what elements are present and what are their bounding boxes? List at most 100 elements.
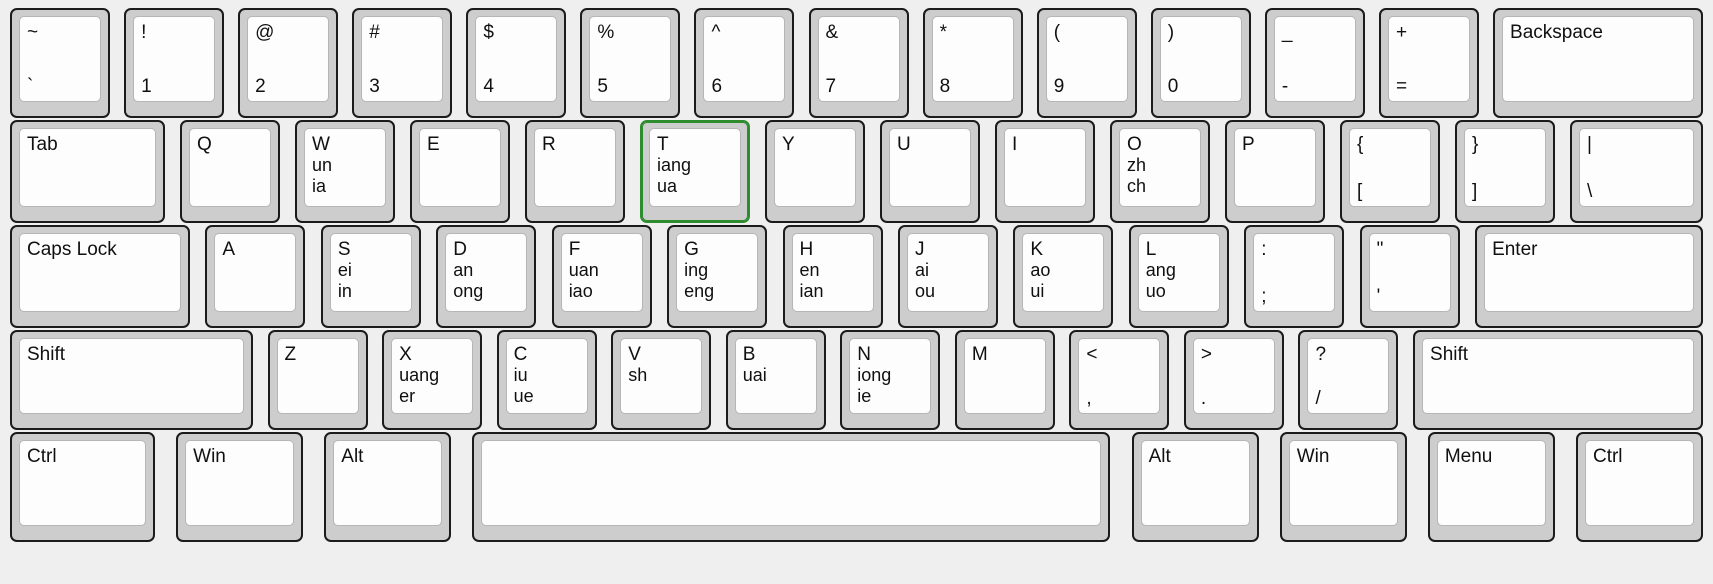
key-key-k[interactable]: Kao ui [1013, 225, 1114, 328]
key-label: R [542, 134, 556, 155]
key-semicolon[interactable]: :; [1244, 225, 1345, 328]
key-sublabel: uang [399, 365, 440, 385]
key-base-legend: 5 [597, 76, 608, 97]
key-gap [368, 330, 383, 430]
key-digit-3[interactable]: #3 [352, 8, 453, 118]
key-win-right[interactable]: Win [1279, 432, 1407, 542]
key-digit-7[interactable]: & 7 [808, 8, 909, 118]
key-gap [1325, 120, 1340, 223]
key-comma[interactable]: <, [1069, 330, 1170, 430]
key-key-l[interactable]: Lang uo [1128, 225, 1229, 328]
key-minus[interactable]: _ - [1264, 8, 1365, 118]
key-face: Lang uo [1137, 233, 1220, 312]
key-key-p[interactable]: P [1225, 120, 1325, 223]
key-digit-5[interactable]: % 5 [580, 8, 681, 118]
key-alt-right[interactable]: Alt [1131, 432, 1259, 542]
key-shift-left[interactable]: Shift [10, 330, 253, 430]
key-ctrl-left[interactable]: Ctrl [10, 432, 155, 542]
key-key-n[interactable]: Niong ie [840, 330, 941, 430]
key-gap [1229, 225, 1244, 328]
key-label: Shift [1430, 344, 1469, 365]
key-caps-lock[interactable]: Caps Lock [10, 225, 190, 328]
key-key-g[interactable]: Ging eng [667, 225, 768, 328]
key-key-f[interactable]: Fuan iao [551, 225, 652, 328]
key-key-v[interactable]: Vsh [611, 330, 712, 430]
key-shift-legend: < [1086, 344, 1098, 365]
key-shift-right[interactable]: Shift [1413, 330, 1704, 430]
key-face: % 5 [589, 16, 672, 102]
key-win-left[interactable]: Win [176, 432, 304, 542]
key-key-c[interactable]: Ciu ue [496, 330, 597, 430]
key-key-o[interactable]: Ozh ch [1110, 120, 1210, 223]
key-menu[interactable]: Menu [1427, 432, 1555, 542]
key-key-m[interactable]: M [954, 330, 1055, 430]
key-equal[interactable]: + = [1378, 8, 1479, 118]
key-sublabel: sh [628, 365, 648, 385]
key-backslash[interactable]: | \ [1570, 120, 1703, 223]
key-sublabel: ia [312, 176, 327, 196]
key-key-h[interactable]: Hen ian [782, 225, 883, 328]
key-ctrl-right[interactable]: Ctrl [1575, 432, 1703, 542]
key-face: & 7 [817, 16, 900, 102]
key-backspace[interactable]: Backspace [1493, 8, 1704, 118]
key-shift-legend: + [1395, 22, 1408, 43]
key-shift-legend: $ [483, 22, 494, 43]
key-sublabel: ao [1030, 260, 1051, 280]
key-key-d[interactable]: Dan ong [436, 225, 537, 328]
key-face: <, [1078, 338, 1161, 414]
key-face: Z [276, 338, 359, 414]
key-label: D [453, 239, 467, 260]
key-base-legend: 2 [255, 76, 266, 97]
key-key-s[interactable]: Sei in [320, 225, 421, 328]
key-period[interactable]: >. [1183, 330, 1284, 430]
key-face: Tab [19, 128, 156, 207]
key-key-q[interactable]: Q [180, 120, 280, 223]
key-face: R [534, 128, 616, 207]
key-quote[interactable]: " ' [1359, 225, 1460, 328]
key-face: Shift [19, 338, 244, 414]
key-key-b[interactable]: Buai [725, 330, 826, 430]
key-space[interactable] [472, 432, 1111, 542]
key-key-z[interactable]: Z [267, 330, 368, 430]
key-gap [305, 225, 320, 328]
key-digit-6[interactable]: ^ 6 [694, 8, 795, 118]
key-digit-0[interactable]: ) 0 [1150, 8, 1251, 118]
key-face: Ozh ch [1119, 128, 1201, 207]
key-label: Ctrl [1592, 446, 1623, 467]
key-gap [865, 120, 880, 223]
key-bracket-left[interactable]: {[ [1340, 120, 1440, 223]
key-slash[interactable]: ? / [1298, 330, 1399, 430]
virtual-keyboard: ~ `! 1 @2 #3 $4% 5 ^ 6 & 7 * 8(9) 0 _ - + = Backspace Tab Q W… [0, 0, 1713, 584]
key-enter[interactable]: Enter [1475, 225, 1704, 328]
key-key-y[interactable]: Y [765, 120, 865, 223]
key-base-legend: 1 [141, 76, 152, 97]
key-label: Enter [1492, 239, 1538, 260]
key-tab[interactable]: Tab [10, 120, 165, 223]
key-alt-left[interactable]: Alt [324, 432, 452, 542]
key-face: Alt [333, 440, 443, 526]
key-gap [1398, 330, 1413, 430]
key-key-a[interactable]: A [205, 225, 306, 328]
key-key-r[interactable]: R [525, 120, 625, 223]
key-face: Backspace [1502, 16, 1695, 102]
key-digit-9[interactable]: (9 [1036, 8, 1137, 118]
key-backquote[interactable]: ~ ` [10, 8, 110, 118]
key-digit-8[interactable]: * 8 [922, 8, 1023, 118]
key-key-w[interactable]: Wun ia [295, 120, 395, 223]
key-digit-4[interactable]: $4 [466, 8, 567, 118]
key-face: E [419, 128, 501, 207]
key-gap [566, 8, 580, 118]
key-key-t[interactable]: Tiang ua [640, 120, 750, 223]
key-key-e[interactable]: E [410, 120, 510, 223]
key-digit-1[interactable]: ! 1 [124, 8, 225, 118]
key-key-i[interactable]: I [995, 120, 1095, 223]
key-key-u[interactable]: U [880, 120, 980, 223]
key-digit-2[interactable]: @2 [238, 8, 339, 118]
key-key-j[interactable]: Jai ou [897, 225, 998, 328]
key-bracket-right[interactable]: }] [1455, 120, 1555, 223]
key-label: P [1242, 134, 1255, 155]
key-shift-legend: : [1261, 239, 1267, 260]
key-label: Backspace [1510, 22, 1603, 43]
key-label: E [427, 134, 440, 155]
key-key-x[interactable]: Xuang er [382, 330, 483, 430]
